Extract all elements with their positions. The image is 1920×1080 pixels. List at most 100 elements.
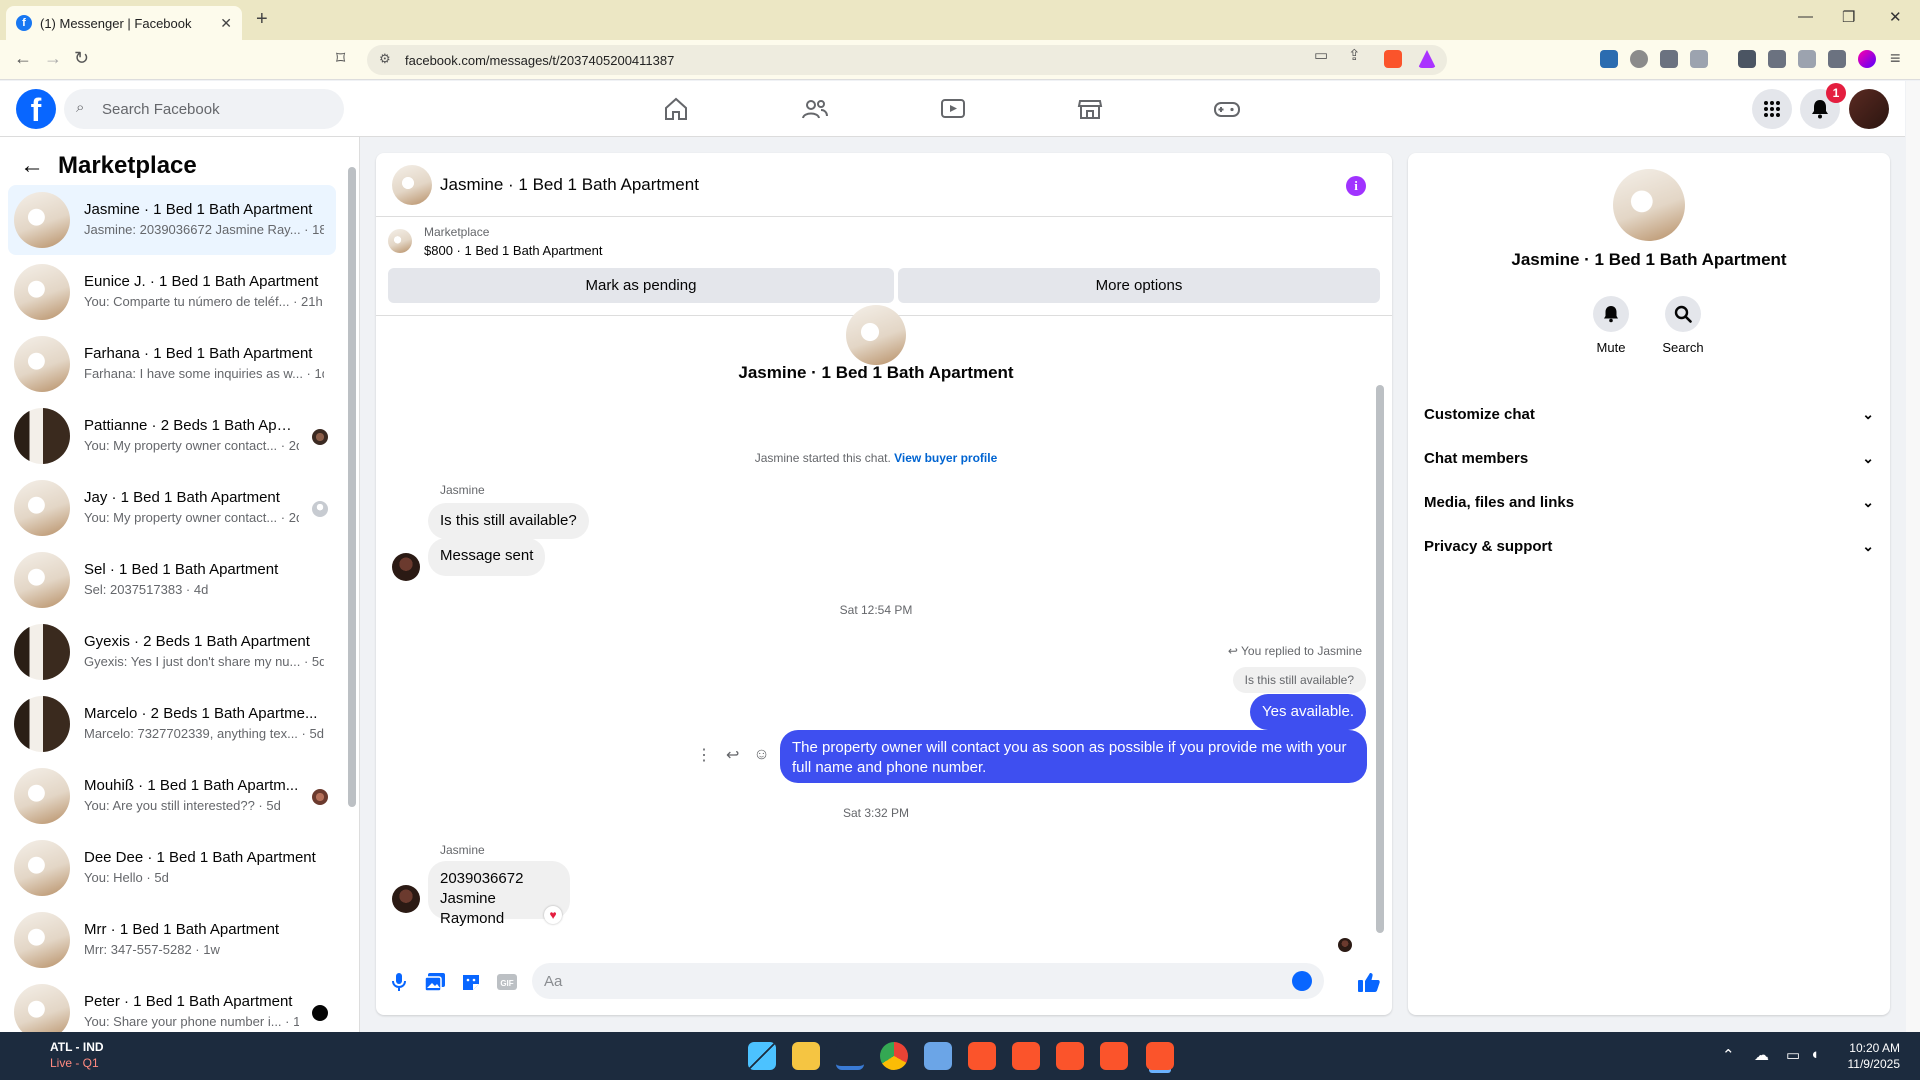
share-icon[interactable]: ⇪ (1348, 46, 1361, 64)
back-arrow-icon[interactable]: ← (20, 152, 44, 180)
conversation-item[interactable]: Pattianne · 2 Beds 1 Bath Apar... You: M… (8, 401, 336, 471)
chat-scrollbar[interactable] (1376, 385, 1384, 933)
site-settings-icon[interactable]: ⚙ (379, 51, 391, 67)
reload-icon[interactable]: ↻ (74, 48, 89, 69)
more-options-button[interactable]: More options (898, 268, 1380, 303)
media-files-links-section[interactable]: Media, files and links ⌄ (1424, 482, 1874, 522)
account-avatar[interactable] (1849, 89, 1889, 129)
bookmark-icon[interactable]: ⌑ (336, 48, 345, 69)
leo-icon[interactable] (1798, 50, 1816, 68)
file-explorer-icon[interactable] (792, 1042, 820, 1070)
outgoing-message[interactable]: Yes available. (1249, 694, 1366, 730)
conversation-item[interactable]: Mouhiß · 1 Bed 1 Bath Apartm... You: Are… (8, 761, 336, 831)
conversation-item[interactable]: Jay · 1 Bed 1 Bath Apartment You: My pro… (8, 473, 336, 543)
outgoing-message[interactable]: The property owner will contact you as s… (780, 730, 1367, 783)
back-icon[interactable]: ← (14, 48, 32, 69)
sports-widget[interactable]: ATL - IND Live - Q1 (20, 1040, 104, 1070)
system-clock[interactable]: 10:20 AM 11/9/2025 (1820, 1040, 1901, 1072)
gif-icon[interactable]: GIF (496, 971, 518, 993)
emoji-icon[interactable] (1292, 971, 1312, 991)
conversation-item[interactable]: Mrr · 1 Bed 1 Bath Apartment Mrr: 347-55… (8, 905, 336, 975)
sender-avatar[interactable] (392, 553, 420, 581)
chat-title[interactable]: Jasmine · 1 Bed 1 Bath Apartment (440, 175, 699, 195)
chrome-icon[interactable] (880, 1042, 908, 1070)
sidebar-icon[interactable] (1738, 50, 1756, 68)
extension-icon[interactable] (1630, 50, 1648, 68)
conversation-item[interactable]: Gyexis · 2 Beds 1 Bath Apartment Gyexis:… (8, 617, 336, 687)
menu-icon[interactable]: ≡ (1890, 48, 1901, 69)
onedrive-icon[interactable]: ☁ (1754, 1046, 1769, 1064)
notepad-icon[interactable] (924, 1042, 952, 1070)
sender-avatar[interactable] (392, 885, 420, 913)
info-icon[interactable]: i (1346, 176, 1366, 196)
search-button[interactable]: Search (1653, 296, 1713, 355)
incoming-message[interactable]: Is this still available? (428, 503, 589, 539)
brave-icon[interactable] (1056, 1042, 1084, 1070)
profile-icon[interactable] (1858, 50, 1876, 68)
brave-shields-icon[interactable] (1384, 50, 1402, 68)
chat-members-section[interactable]: Chat members ⌄ (1424, 438, 1874, 478)
start-icon[interactable] (748, 1042, 776, 1070)
conversation-list-scrollbar[interactable] (348, 167, 356, 807)
volume-icon[interactable]: ◖ (1810, 1046, 1819, 1063)
conversation-item[interactable]: Farhana · 1 Bed 1 Bath Apartment Farhana… (8, 329, 336, 399)
conversation-item[interactable]: Dee Dee · 1 Bed 1 Bath Apartment You: He… (8, 833, 336, 903)
friends-icon[interactable] (800, 95, 830, 123)
photo-icon[interactable] (424, 971, 446, 993)
extensions-puzzle-icon[interactable] (1660, 50, 1678, 68)
reply-icon[interactable]: ↩ (726, 745, 739, 765)
new-tab-icon[interactable]: + (256, 8, 268, 31)
incoming-message[interactable]: Message sent (428, 538, 546, 576)
privacy-support-section[interactable]: Privacy & support ⌄ (1424, 526, 1874, 566)
close-tab-icon[interactable]: ✕ (220, 15, 232, 32)
url-text: facebook.com/messages/t/2037405200411387 (405, 52, 675, 68)
thumbs-up-icon[interactable] (1358, 971, 1380, 993)
network-icon[interactable]: ▭ (1786, 1046, 1800, 1064)
chat-avatar[interactable] (392, 165, 432, 205)
conversation-item[interactable]: Eunice J. · 1 Bed 1 Bath Apartment You: … (8, 257, 336, 327)
restore-icon[interactable]: ❐ (1842, 8, 1855, 26)
brave-icon[interactable] (968, 1042, 996, 1070)
sticker-icon[interactable] (460, 971, 482, 993)
brave-icon[interactable] (1012, 1042, 1040, 1070)
browser-tab[interactable]: f (1) Messenger | Facebook ✕ (6, 6, 242, 40)
menu-grid-icon[interactable] (1752, 89, 1792, 129)
vpn-icon[interactable] (1828, 50, 1846, 68)
facebook-logo-icon[interactable]: f (16, 89, 56, 129)
tray-overflow-icon[interactable]: ⌃ (1722, 1046, 1735, 1064)
quoted-message[interactable]: Is this still available? (1232, 667, 1366, 693)
customize-chat-section[interactable]: Customize chat ⌄ (1424, 394, 1874, 434)
reply-indicator-text: You replied to Jasmine (1241, 644, 1362, 658)
wallet-icon[interactable] (1768, 50, 1786, 68)
address-bar[interactable]: ⚙ facebook.com/messages/t/20374052004113… (367, 45, 1447, 75)
app-icon[interactable] (836, 1042, 864, 1070)
brave-icon[interactable] (1146, 1042, 1174, 1070)
extension-icon[interactable] (1600, 50, 1618, 68)
heart-reaction-icon[interactable]: ♥ (544, 906, 562, 924)
forward-icon[interactable]: → (44, 48, 62, 69)
more-actions-icon[interactable]: ⋮ (696, 745, 712, 765)
page-scrollbar[interactable] (1906, 81, 1920, 1033)
home-icon[interactable] (661, 95, 691, 123)
gaming-icon[interactable] (1212, 95, 1242, 123)
extension-icon[interactable] (1690, 50, 1708, 68)
facebook-search-input[interactable]: ⌕ Search Facebook (64, 89, 344, 129)
conversation-item[interactable]: Sel · 1 Bed 1 Bath Apartment Sel: 203751… (8, 545, 336, 615)
react-emoji-icon[interactable]: ☺ (753, 746, 769, 764)
cast-icon[interactable]: ▭ (1314, 46, 1328, 64)
brave-icon[interactable] (1100, 1042, 1128, 1070)
mute-button[interactable]: Mute (1581, 296, 1641, 355)
message-input[interactable]: Aa (532, 963, 1324, 999)
microphone-icon[interactable] (388, 971, 410, 993)
mark-as-pending-button[interactable]: Mark as pending (388, 268, 894, 303)
conversation-item[interactable]: Jasmine · 1 Bed 1 Bath Apartment Jasmine… (8, 185, 336, 255)
close-window-icon[interactable]: ✕ (1889, 8, 1902, 26)
view-buyer-profile-link[interactable]: View buyer profile (894, 451, 997, 465)
conversation-item[interactable]: Marcelo · 2 Beds 1 Bath Apartme... Marce… (8, 689, 336, 759)
minimize-icon[interactable]: — (1798, 8, 1813, 25)
clock-time: 10:20 AM (1849, 1041, 1900, 1055)
conversation-preview: Sel: 2037517383 · 4d (84, 582, 209, 597)
marketplace-icon[interactable] (1075, 95, 1105, 123)
conversation-item[interactable]: Peter · 1 Bed 1 Bath Apartment You: Shar… (8, 977, 336, 1032)
video-icon[interactable] (938, 95, 968, 123)
